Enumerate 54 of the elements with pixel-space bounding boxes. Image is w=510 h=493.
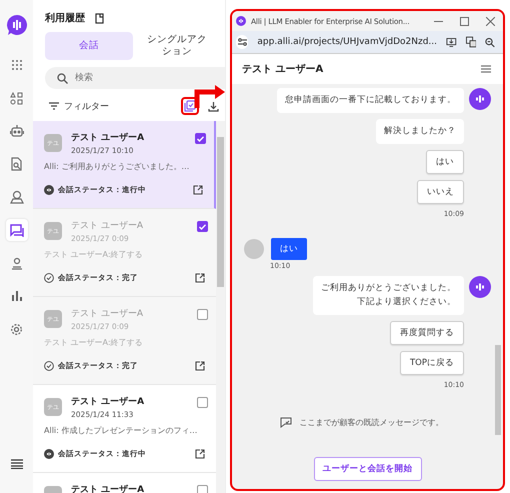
user-message: はい — [271, 238, 307, 260]
install-icon[interactable] — [446, 36, 457, 48]
checkbox[interactable] — [197, 485, 208, 493]
chat-title: テスト ユーザーA — [242, 62, 324, 76]
menu-icon[interactable] — [10, 459, 22, 469]
user-name: テスト ユーザーA — [71, 396, 146, 408]
checkbox[interactable] — [197, 309, 208, 320]
tab[interactable]: 会話 — [45, 32, 133, 60]
search-icon — [57, 73, 68, 84]
reply-option[interactable]: TOPに戻る — [400, 350, 464, 375]
message-preview: テスト ユーザーA:終了する — [44, 249, 144, 260]
zoom-icon[interactable] — [485, 36, 495, 48]
reply-option[interactable]: 再度質問する — [390, 320, 464, 345]
user-name: テスト ユーザーA — [71, 308, 144, 320]
checkbox[interactable] — [195, 133, 206, 144]
external-link-icon[interactable] — [193, 185, 203, 195]
user-name: テスト ユーザーA — [71, 132, 146, 144]
logo-icon[interactable] — [6, 14, 28, 36]
app-favicon — [236, 16, 246, 26]
maximize-icon[interactable] — [460, 16, 469, 26]
close-icon[interactable] — [486, 16, 495, 26]
reply-option[interactable]: はい — [426, 150, 464, 174]
search-field[interactable]: 検索 — [45, 67, 225, 89]
checkbox[interactable] — [197, 397, 208, 408]
check-circle-icon — [44, 273, 54, 283]
read-marker-icon — [280, 416, 292, 428]
document-icon[interactable] — [95, 12, 104, 24]
filter-button[interactable]: フィルター — [49, 100, 109, 112]
message-preview: テスト ユーザーA:終了する — [44, 337, 144, 348]
multi-select-icon[interactable] — [184, 100, 196, 112]
external-link-icon[interactable] — [195, 273, 205, 283]
message-preview: Alli: ご利用ありがとうございました。… — [44, 161, 190, 172]
panel-title: 利用履歴 — [45, 12, 85, 25]
read-marker-text: ここまでが顧客の既読メッセージです。 — [300, 416, 444, 428]
check-circle-icon — [44, 361, 54, 371]
start-conversation-button[interactable]: ユーザーと会話を開始 — [314, 457, 422, 481]
bot-message: 怠申請画面の一番下に記載しております。 — [277, 88, 464, 114]
user-avatar — [244, 239, 264, 260]
download-icon[interactable] — [208, 100, 219, 112]
bot-message: ご利用ありがとうございました。 下記より選択ください。 — [313, 276, 464, 315]
chat-bubble-icon — [44, 185, 54, 195]
checkbox[interactable] — [197, 221, 208, 232]
reply-option[interactable]: いいえ — [417, 180, 464, 204]
translate-icon[interactable] — [466, 36, 476, 48]
chat-bubble-icon — [44, 449, 54, 459]
scrollbar[interactable] — [216, 121, 225, 493]
message-preview: Alli: 作成したプレゼンテーションのフィ… — [44, 425, 198, 436]
site-settings-icon[interactable] — [236, 35, 248, 49]
external-link-icon[interactable] — [195, 449, 205, 459]
bot-message: 解決しましたか？ — [376, 119, 464, 144]
chat-icon[interactable] — [6, 219, 28, 241]
external-link-icon[interactable] — [195, 361, 205, 371]
user-name: テスト ユーザーA — [71, 220, 144, 232]
filter-icon — [49, 102, 59, 110]
